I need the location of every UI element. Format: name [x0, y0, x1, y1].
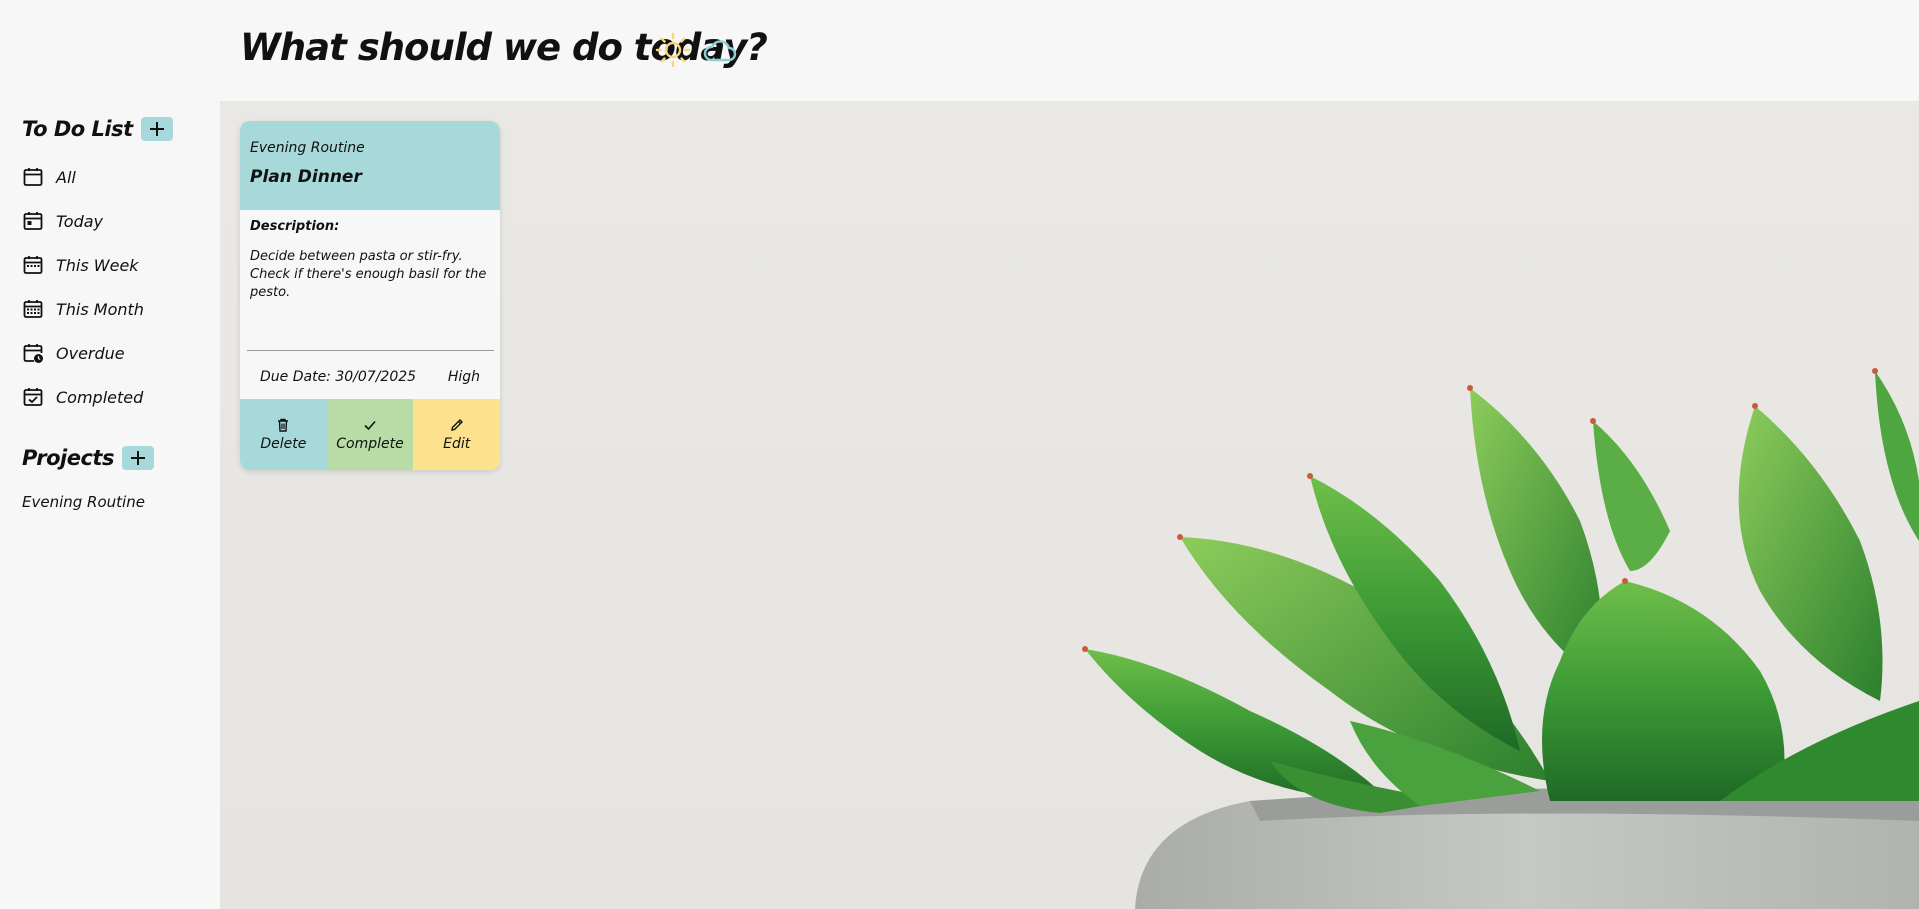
task-description: Decide between pasta or stir-fry. Check … [250, 249, 487, 300]
sidebar: To Do List All Today This Week This Mont… [0, 101, 220, 909]
projects-title: Projects [22, 446, 114, 470]
task-project-name: Evening Routine [250, 140, 365, 156]
complete-button[interactable]: Complete [326, 399, 414, 470]
sidebar-item-today[interactable]: Today [22, 210, 103, 232]
sidebar-item-label: Today [56, 211, 104, 231]
sun-icon [655, 32, 691, 68]
sidebar-item-label: All [56, 167, 76, 187]
calendar-check-icon [23, 388, 43, 406]
sidebar-item-completed[interactable]: Completed [22, 386, 143, 408]
projects-heading: Projects [22, 446, 154, 470]
todo-list-heading: To Do List [22, 117, 173, 141]
pencil-icon [450, 419, 463, 431]
check-icon [364, 420, 376, 431]
delete-button[interactable]: Delete [240, 399, 327, 470]
sidebar-item-label: Completed [56, 387, 144, 407]
card-divider [247, 350, 494, 351]
task-title: Plan Dinner [250, 167, 362, 187]
description-label: Description: [250, 219, 340, 234]
calendar-clock-icon [23, 344, 43, 363]
calendar-month-icon [23, 300, 43, 318]
calendar-icon [23, 168, 43, 186]
priority-label: High [447, 369, 480, 385]
project-item-evening-routine[interactable]: Evening Routine [22, 493, 145, 511]
add-task-button[interactable] [140, 117, 173, 141]
delete-label: Delete [260, 436, 307, 452]
sidebar-item-label: This Week [56, 255, 139, 275]
task-card-header: Evening Routine Plan Dinner [240, 121, 500, 210]
sidebar-item-overdue[interactable]: Overdue [22, 342, 125, 364]
cloud-icon [703, 40, 737, 62]
sidebar-item-label: Overdue [56, 343, 125, 363]
complete-label: Complete [336, 436, 404, 452]
trash-icon [278, 418, 289, 432]
edit-label: Edit [443, 436, 471, 452]
add-project-button[interactable] [121, 446, 154, 470]
edit-button[interactable]: Edit [413, 399, 500, 470]
calendar-week-icon [23, 256, 43, 274]
todo-list-title: To Do List [22, 117, 133, 141]
due-date: Due Date: 30/07/2025 [260, 369, 417, 385]
calendar-day-icon [23, 212, 43, 230]
sidebar-item-all[interactable]: All [22, 166, 76, 188]
sidebar-item-this-week[interactable]: This Week [22, 254, 139, 276]
sidebar-item-this-month[interactable]: This Month [22, 298, 144, 320]
task-card: Evening Routine Plan Dinner Description:… [240, 121, 500, 470]
header: What should we do today? [0, 0, 1919, 101]
task-actions: Delete Complete Edit [240, 399, 500, 470]
sidebar-item-label: This Month [56, 299, 144, 319]
